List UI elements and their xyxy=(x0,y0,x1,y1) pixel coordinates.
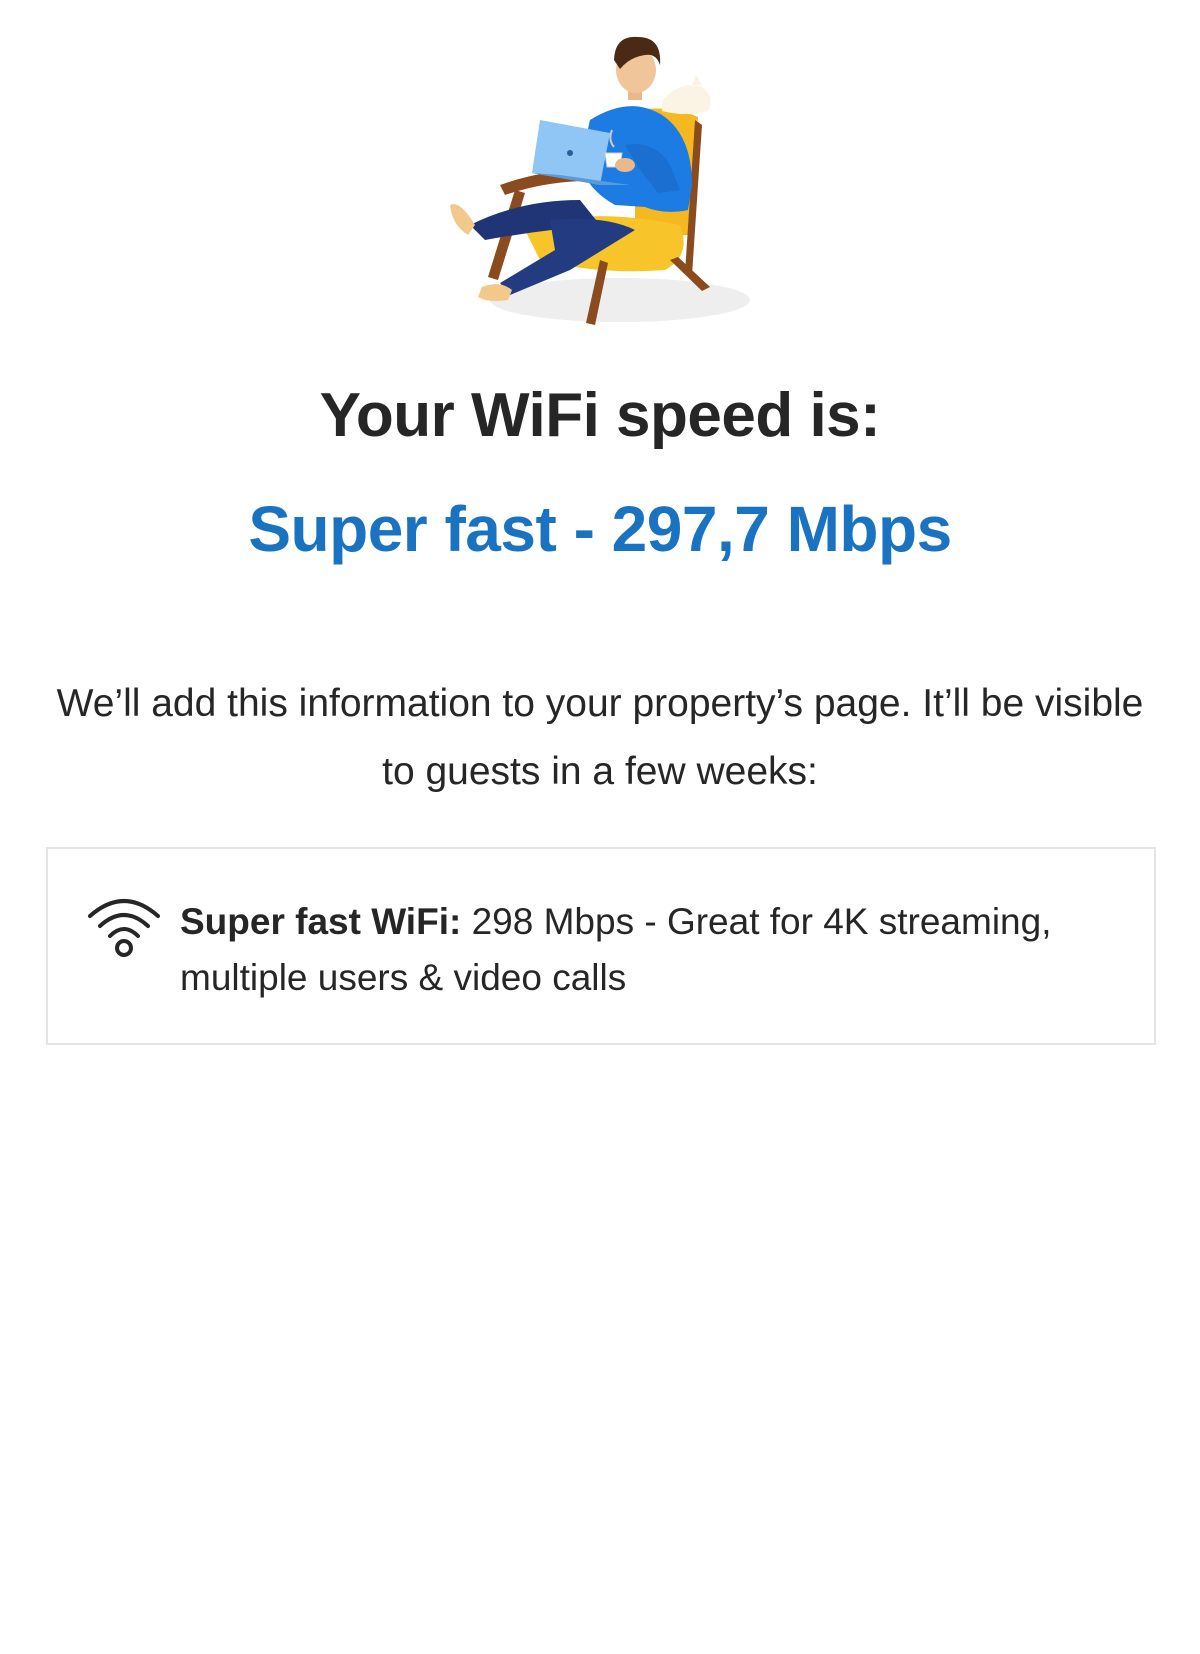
wifi-icon xyxy=(86,894,162,960)
wifi-info-text: Super fast WiFi: 298 Mbps - Great for 4K… xyxy=(180,894,1080,1006)
speed-result: Super fast - 297,7 Mbps xyxy=(248,493,952,565)
description-text: We’ll add this information to your prope… xyxy=(56,682,1144,793)
wifi-info-card: Super fast WiFi: 298 Mbps - Great for 4K… xyxy=(46,847,1156,1045)
hero-illustration xyxy=(430,25,770,335)
wifi-info-label: Super fast WiFi: xyxy=(180,901,462,942)
page-title: Your WiFi speed is: xyxy=(319,381,881,450)
